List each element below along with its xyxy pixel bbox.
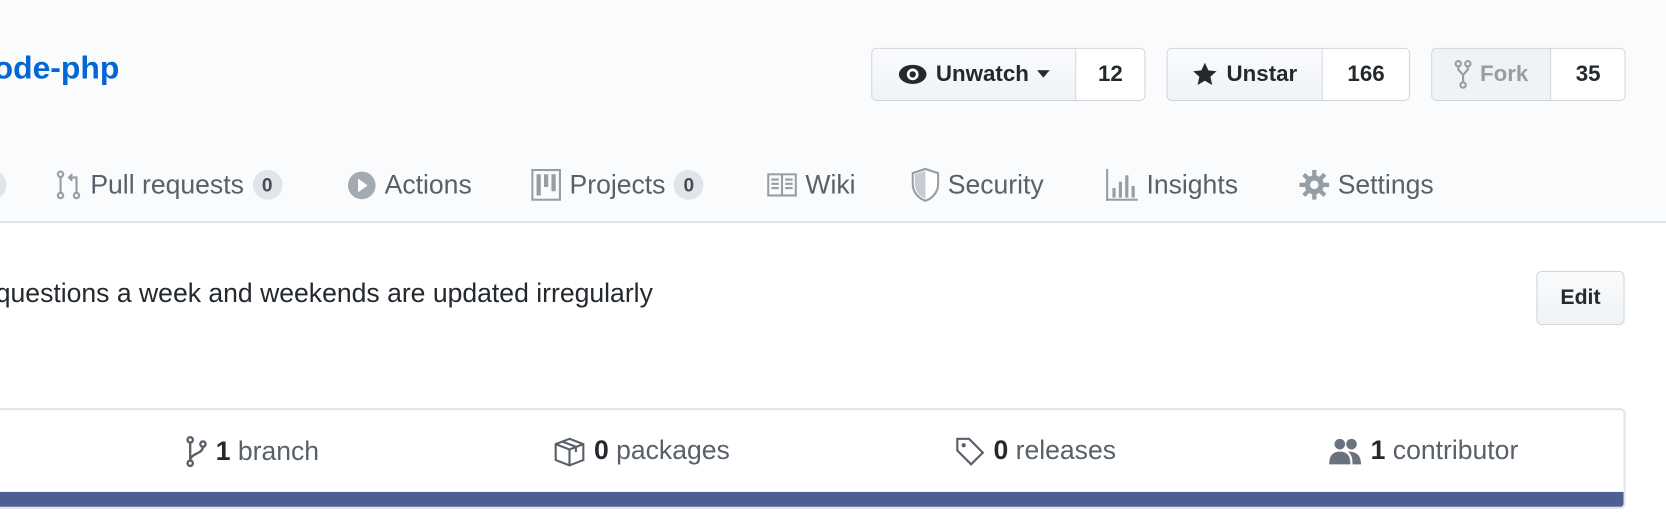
tab-wiki[interactable]: Wiki [767,165,856,205]
book-icon [767,173,797,197]
fork-label: Fork [1479,61,1529,87]
stat-packages[interactable]: 0 packages [554,436,730,467]
tab-projects[interactable]: Projects 0 [531,165,704,205]
play-icon [347,171,376,200]
watch-group: Unwatch 12 [871,47,1146,101]
language-bar[interactable] [0,491,1624,507]
tab-actions[interactable]: Actions [347,165,472,205]
unwatch-label: Unwatch [935,61,1029,87]
repo-description: questions a week and weekends are update… [0,278,653,309]
stat-value: 0 [593,435,609,466]
tag-icon [955,436,985,466]
tab-label: Settings [1337,169,1434,200]
watchers-count[interactable]: 12 [1076,48,1145,100]
people-icon [1328,437,1362,465]
repo-stats-bar: 1 branch 0 packages 0 releases 1 contrib… [0,408,1626,509]
stargazers-count[interactable]: 166 [1323,48,1409,100]
tab-settings[interactable]: Settings [1299,165,1434,205]
tab-label: Pull requests [90,169,244,200]
gear-icon [1299,170,1330,200]
stat-releases[interactable]: 0 releases [955,436,1116,467]
fork-button[interactable]: Fork [1432,48,1552,100]
counter-badge: 0 [673,170,704,200]
stat-contributors[interactable]: 1 contributor [1328,436,1518,467]
git-branch-icon [186,436,207,468]
git-pull-request-icon [56,170,82,200]
eye-icon [898,64,928,85]
stat-value: 1 [215,436,231,466]
tab-label: Insights [1146,169,1238,200]
tab-security[interactable]: Security [911,165,1044,205]
unwatch-button[interactable]: Unwatch [872,48,1077,100]
repo-forked-icon [1454,60,1472,90]
package-icon [554,436,586,466]
tab-label: Security [947,169,1044,200]
caret-down-icon [1037,70,1051,79]
unstar-label: Unstar [1226,61,1298,87]
forks-count[interactable]: 35 [1551,48,1625,100]
stat-value: 1 [1370,435,1386,466]
stat-value: 0 [993,435,1009,466]
project-icon [531,168,561,201]
graph-icon [1106,168,1138,201]
stat-label: contributor [1392,435,1519,466]
counter-badge: 0 [252,170,283,200]
repo-header: ode-php Unwatch 12 Unstar 166 Fork 35 Pu… [0,0,1666,224]
stat-branches[interactable]: 1 branch [186,436,319,468]
stat-label: branch [237,436,320,466]
star-group: Unstar 166 [1166,47,1410,101]
stat-label: releases [1015,435,1117,466]
edit-description-button[interactable]: Edit [1536,270,1625,326]
tab-insights[interactable]: Insights [1106,165,1238,205]
tab-label: Actions [384,169,472,200]
tab-pull-requests[interactable]: Pull requests 0 [56,165,283,205]
unstar-button[interactable]: Unstar [1167,48,1324,100]
tab-label: Wiki [805,169,856,200]
issues-badge-partial [0,170,7,200]
fork-group: Fork 35 [1431,47,1626,101]
tab-label: Projects [569,169,666,200]
repo-title-link[interactable]: ode-php [0,51,119,87]
star-icon [1193,62,1219,88]
stat-label: packages [616,435,730,466]
shield-icon [911,167,940,202]
